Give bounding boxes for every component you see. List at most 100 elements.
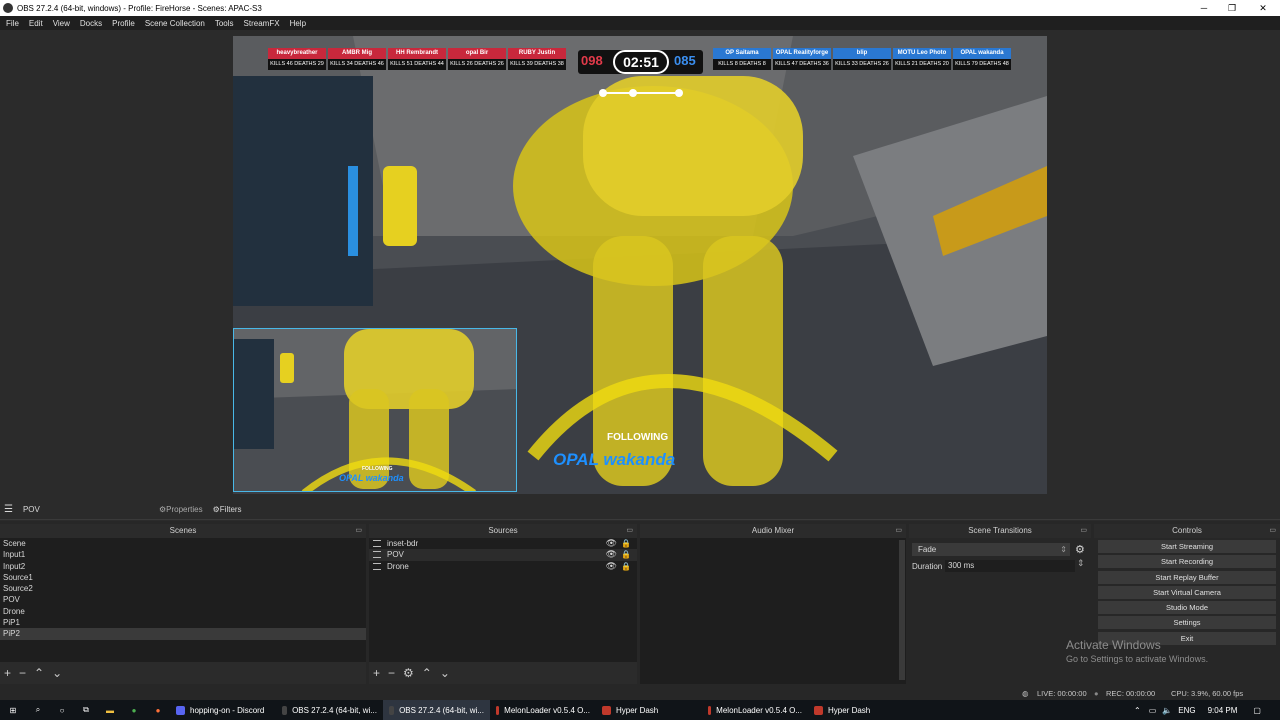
scene-item[interactable]: Source2 <box>0 583 366 594</box>
move-up-icon[interactable]: ⌃ <box>34 666 44 680</box>
source-item[interactable]: POV 👁 🔒 <box>369 549 637 561</box>
image-source-icon <box>373 540 381 548</box>
file-explorer-icon[interactable]: ▬ <box>98 700 122 720</box>
task-view-icon[interactable]: ⧉ <box>74 700 98 720</box>
sources-title: Sources <box>488 526 518 535</box>
settings-button[interactable]: Settings <box>1098 616 1276 630</box>
scene-item[interactable]: Scene <box>0 538 366 549</box>
source-label: Drone <box>387 561 409 571</box>
scene-item[interactable]: Input1 <box>0 549 366 560</box>
chrome-icon[interactable]: ● <box>122 700 146 720</box>
scene-source-icon <box>373 562 381 570</box>
hamburger-icon[interactable]: ☰ <box>4 504 13 515</box>
windows-start-icon[interactable]: ⊞ <box>0 700 26 720</box>
lock-icon[interactable]: 🔒 <box>621 561 631 572</box>
title-bar: OBS 27.2.4 (64-bit, windows) - Profile: … <box>0 0 1280 16</box>
player-name: RUBY Justin <box>508 48 566 59</box>
program-preview[interactable]: heavybreather KILLS 46 DEATHS 29 AMBR Mi… <box>233 36 1047 494</box>
source-toolbar: ☰ POV ⚙Properties ⚙Filters <box>0 500 1280 520</box>
notifications-icon[interactable]: ▢ <box>1253 706 1261 715</box>
discord-icon <box>176 705 185 715</box>
clock[interactable]: 9:04 PM <box>1208 706 1238 715</box>
duration-input[interactable]: 300 ms <box>945 560 1075 572</box>
mixer-scrollbar[interactable] <box>899 540 905 680</box>
taskbar-discord[interactable]: hopping-on - Discord <box>170 700 276 720</box>
menu-profile[interactable]: Profile <box>112 19 135 28</box>
controls-header: Controls ▭ <box>1094 524 1280 538</box>
move-up-icon[interactable]: ⌃ <box>422 666 432 680</box>
visibility-eye-icon[interactable]: 👁 <box>606 538 617 549</box>
scene-item[interactable]: Input2 <box>0 561 366 572</box>
taskbar-melonloader-2[interactable]: MelonLoader v0.5.4 O... <box>702 700 808 720</box>
taskbar-melonloader-1[interactable]: MelonLoader v0.5.4 O... <box>490 700 596 720</box>
studio-mode-button[interactable]: Studio Mode <box>1098 601 1276 615</box>
properties-button[interactable]: ⚙Properties <box>159 505 203 514</box>
filters-button[interactable]: ⚙Filters <box>213 505 242 514</box>
add-scene-icon[interactable]: + <box>4 666 11 680</box>
scene-item[interactable]: Drone <box>0 606 366 617</box>
taskbar-hyperdash-1[interactable]: Hyper Dash <box>596 700 702 720</box>
remove-source-icon[interactable]: − <box>388 666 395 680</box>
search-icon[interactable]: ⌕ <box>26 700 50 720</box>
scene-item[interactable]: Source1 <box>0 572 366 583</box>
menu-tools[interactable]: Tools <box>215 19 234 28</box>
menu-view[interactable]: View <box>53 19 70 28</box>
start-streaming-button[interactable]: Start Streaming <box>1098 540 1276 553</box>
cortana-icon[interactable]: ○ <box>50 700 74 720</box>
taskbar-obs-1[interactable]: OBS 27.2.4 (64-bit, wi... <box>276 700 383 720</box>
scene-item[interactable]: PiP1 <box>0 617 366 628</box>
menu-scene-collection[interactable]: Scene Collection <box>145 19 205 28</box>
move-down-icon[interactable]: ⌄ <box>52 666 62 680</box>
menu-help[interactable]: Help <box>290 19 306 28</box>
pip-inset[interactable]: FOLLOWING OPAL wakanda <box>233 328 517 492</box>
source-item[interactable]: Drone 👁 🔒 <box>369 561 637 572</box>
undock-icon[interactable]: ▭ <box>1269 524 1276 538</box>
following-label: FOLLOWING <box>607 432 669 443</box>
lock-icon[interactable]: 🔒 <box>621 538 631 549</box>
taskbar-obs-2[interactable]: OBS 27.2.4 (64-bit, wi... <box>383 700 490 720</box>
add-source-icon[interactable]: + <box>373 666 380 680</box>
lock-icon[interactable]: 🔒 <box>621 549 631 560</box>
scene-item-selected[interactable]: PiP2 <box>0 628 366 640</box>
move-down-icon[interactable]: ⌄ <box>440 666 450 680</box>
duration-spinner-icon[interactable]: ⇕ <box>1077 558 1085 569</box>
close-button[interactable]: ✕ <box>1246 0 1280 16</box>
transition-value: Fade <box>918 545 937 554</box>
taskbar-hyperdash-2[interactable]: Hyper Dash <box>808 700 914 720</box>
network-icon[interactable]: ▭ <box>1149 706 1157 715</box>
red-player-card: opal Bir KILLS 26 DEATHS 26 <box>448 48 506 72</box>
maximize-button[interactable]: ❐ <box>1215 0 1249 16</box>
obs-icon <box>389 705 395 715</box>
audio-mixer-dock: Audio Mixer ▭ <box>640 524 906 684</box>
undock-icon[interactable]: ▭ <box>626 524 633 538</box>
start-virtual-camera-button[interactable]: Start Virtual Camera <box>1098 585 1276 599</box>
undock-icon[interactable]: ▭ <box>895 524 902 538</box>
menu-docks[interactable]: Docks <box>80 19 102 28</box>
obs-icon <box>282 705 288 715</box>
menu-edit[interactable]: Edit <box>29 19 43 28</box>
language-indicator[interactable]: ENG <box>1178 706 1195 715</box>
start-recording-button[interactable]: Start Recording <box>1098 555 1276 569</box>
source-item[interactable]: inset-bdr 👁 🔒 <box>369 538 637 549</box>
scene-source-icon <box>373 551 381 559</box>
volume-icon[interactable]: 🔈 <box>1162 706 1172 715</box>
tray-chevron-up-icon[interactable]: ⌃ <box>1134 706 1141 715</box>
menu-file[interactable]: File <box>6 19 19 28</box>
undock-icon[interactable]: ▭ <box>1080 524 1087 538</box>
source-settings-gear-icon[interactable]: ⚙ <box>403 666 414 680</box>
remove-scene-icon[interactable]: − <box>19 666 26 680</box>
transition-settings-gear-icon[interactable]: ⚙ <box>1075 543 1085 556</box>
undock-icon[interactable]: ▭ <box>355 524 362 538</box>
visibility-eye-icon[interactable]: 👁 <box>606 549 617 560</box>
menu-streamfx[interactable]: StreamFX <box>244 19 280 28</box>
score-display: 098 02:51 085 <box>578 50 703 74</box>
player-stats: KILLS 39 DEATHS 38 <box>508 59 566 70</box>
firefox-icon[interactable]: ● <box>146 700 170 720</box>
transition-select[interactable]: Fade ⇕ <box>912 543 1070 556</box>
live-indicator-icon: ◍ <box>1022 689 1029 698</box>
scene-item[interactable]: POV <box>0 594 366 605</box>
visibility-eye-icon[interactable]: 👁 <box>606 561 617 572</box>
start-replay-buffer-button[interactable]: Start Replay Buffer <box>1098 570 1276 584</box>
duration-label: Duration <box>912 562 943 571</box>
source-label: inset-bdr <box>387 539 419 548</box>
